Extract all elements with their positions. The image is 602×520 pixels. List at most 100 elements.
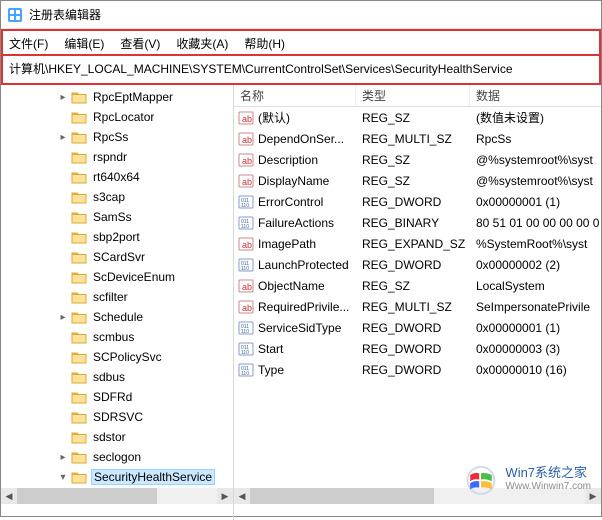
- value-name: ServiceSidType: [258, 321, 341, 335]
- tree-item-label: RpcLocator: [91, 110, 156, 124]
- value-type: REG_SZ: [356, 279, 470, 293]
- watermark-url: Www.Winwin7.com: [505, 480, 591, 494]
- value-data: 0x00000001 (1): [470, 321, 601, 335]
- regedit-app-icon: [7, 7, 23, 23]
- tree-item[interactable]: scfilter: [1, 287, 233, 307]
- menu-help[interactable]: 帮助(H): [244, 35, 285, 52]
- value-type: REG_DWORD: [356, 258, 470, 272]
- tree-item[interactable]: sdstor: [1, 427, 233, 447]
- folder-icon: [71, 190, 87, 204]
- watermark-title: Win7系统之家: [505, 466, 591, 480]
- value-row[interactable]: TypeREG_DWORD0x00000010 (16): [234, 359, 601, 380]
- tree-item-label: sdbus: [91, 370, 127, 384]
- col-header-type[interactable]: 类型: [356, 85, 470, 106]
- value-row[interactable]: ErrorControlREG_DWORD0x00000001 (1): [234, 191, 601, 212]
- content-area: ▸RpcEptMapper RpcLocator ▸ RpcSs rspndr rt640…: [1, 85, 601, 520]
- scroll-left-icon[interactable]: ◀: [1, 488, 17, 504]
- menu-file[interactable]: 文件(F): [9, 35, 48, 52]
- string-value-icon: [238, 131, 254, 147]
- tree-item[interactable]: scmbus: [1, 327, 233, 347]
- value-data: 0x00000002 (2): [470, 258, 601, 272]
- binary-value-icon: [238, 341, 254, 357]
- chevron-down-icon[interactable]: ▾: [57, 471, 69, 483]
- tree-item[interactable]: rt640x64: [1, 167, 233, 187]
- scroll-right-icon[interactable]: ▶: [217, 488, 233, 504]
- value-name: (默认): [258, 109, 290, 126]
- chevron-right-icon[interactable]: ▸: [57, 451, 69, 463]
- folder-icon: [71, 210, 87, 224]
- titlebar: 注册表编辑器: [1, 1, 601, 29]
- menu-edit[interactable]: 编辑(E): [64, 35, 104, 52]
- value-row[interactable]: RequiredPrivile...REG_MULTI_SZSeImperson…: [234, 296, 601, 317]
- tree-item[interactable]: sbp2port: [1, 227, 233, 247]
- value-row[interactable]: ImagePathREG_EXPAND_SZ%SystemRoot%\syst: [234, 233, 601, 254]
- value-row[interactable]: (默认)REG_SZ(数值未设置): [234, 107, 601, 128]
- tree-item-label: scmbus: [91, 330, 136, 344]
- tree-item[interactable]: SDRSVC: [1, 407, 233, 427]
- tree-hscroll[interactable]: ◀ ▶: [1, 488, 234, 504]
- value-row[interactable]: StartREG_DWORD0x00000003 (3): [234, 338, 601, 359]
- tree-item[interactable]: ScDeviceEnum: [1, 267, 233, 287]
- folder-icon: [71, 290, 87, 304]
- tree-item[interactable]: ▸ seclogon: [1, 447, 233, 467]
- tree-item-label: rt640x64: [91, 170, 142, 184]
- tree-item[interactable]: SamSs: [1, 207, 233, 227]
- value-row[interactable]: DescriptionREG_SZ@%systemroot%\syst: [234, 149, 601, 170]
- value-type: REG_DWORD: [356, 342, 470, 356]
- chevron-right-icon[interactable]: ▸: [57, 131, 69, 143]
- value-row[interactable]: ServiceSidTypeREG_DWORD0x00000001 (1): [234, 317, 601, 338]
- string-value-icon: [238, 152, 254, 168]
- tree-item[interactable]: RpcLocator: [1, 107, 233, 127]
- value-name: Description: [258, 153, 318, 167]
- menubar: 文件(F) 编辑(E) 查看(V) 收藏夹(A) 帮助(H): [1, 29, 601, 56]
- expand-placeholder: [57, 271, 69, 283]
- tree-item-label: scfilter: [91, 290, 130, 304]
- value-type: REG_BINARY: [356, 216, 470, 230]
- tree-item[interactable]: ▸ RpcSs: [1, 127, 233, 147]
- tree-item[interactable]: SCPolicySvc: [1, 347, 233, 367]
- menu-favorites[interactable]: 收藏夹(A): [176, 35, 228, 52]
- tree-item[interactable]: rspndr: [1, 147, 233, 167]
- scroll-left-icon[interactable]: ◀: [234, 488, 250, 504]
- value-row[interactable]: ObjectNameREG_SZLocalSystem: [234, 275, 601, 296]
- chevron-right-icon[interactable]: ▸: [57, 91, 69, 103]
- binary-value-icon: [238, 257, 254, 273]
- registry-tree[interactable]: ▸RpcEptMapper RpcLocator ▸ RpcSs rspndr rt640…: [1, 85, 234, 520]
- tree-item-label: seclogon: [91, 450, 143, 464]
- value-row[interactable]: DisplayNameREG_SZ@%systemroot%\syst: [234, 170, 601, 191]
- string-value-icon: [238, 236, 254, 252]
- tree-item[interactable]: ▸Schedule: [1, 307, 233, 327]
- menu-view[interactable]: 查看(V): [120, 35, 160, 52]
- expand-placeholder: [57, 391, 69, 403]
- tree-item[interactable]: s3cap: [1, 187, 233, 207]
- values-list[interactable]: 名称 类型 数据 (默认)REG_SZ(数值未设置)DependOnSer...…: [234, 85, 601, 520]
- window-title: 注册表编辑器: [29, 6, 101, 23]
- folder-icon: [71, 310, 87, 324]
- value-data: LocalSystem: [470, 279, 601, 293]
- expand-placeholder: [57, 291, 69, 303]
- value-data: 0x00000010 (16): [470, 363, 601, 377]
- tree-item-label: RpcSs: [91, 130, 130, 144]
- tree-item-label: SCPolicySvc: [91, 350, 164, 364]
- value-row[interactable]: LaunchProtected REG_DWORD0x00000002 (2): [234, 254, 601, 275]
- address-bar[interactable]: 计算机\HKEY_LOCAL_MACHINE\SYSTEM\CurrentCon…: [1, 54, 601, 85]
- expand-placeholder: [57, 371, 69, 383]
- chevron-right-icon[interactable]: ▸: [57, 311, 69, 323]
- value-type: REG_MULTI_SZ: [356, 300, 470, 314]
- folder-icon: [71, 110, 87, 124]
- value-type: REG_DWORD: [356, 195, 470, 209]
- value-row[interactable]: DependOnSer...REG_MULTI_SZRpcSs: [234, 128, 601, 149]
- col-header-data[interactable]: 数据: [470, 85, 601, 106]
- tree-item[interactable]: SCardSvr: [1, 247, 233, 267]
- tree-item[interactable]: ▾SecurityHealthService: [1, 467, 233, 487]
- value-name: LaunchProtected: [258, 258, 349, 272]
- folder-icon: [71, 350, 87, 364]
- value-data: @%systemroot%\syst: [470, 153, 601, 167]
- tree-item[interactable]: sdbus: [1, 367, 233, 387]
- tree-item[interactable]: ▸RpcEptMapper: [1, 87, 233, 107]
- expand-placeholder: [57, 231, 69, 243]
- value-row[interactable]: FailureActionsREG_BINARY80 51 01 00 00 0…: [234, 212, 601, 233]
- list-header: 名称 类型 数据: [234, 85, 601, 107]
- tree-item[interactable]: SDFRd: [1, 387, 233, 407]
- col-header-name[interactable]: 名称: [234, 85, 356, 106]
